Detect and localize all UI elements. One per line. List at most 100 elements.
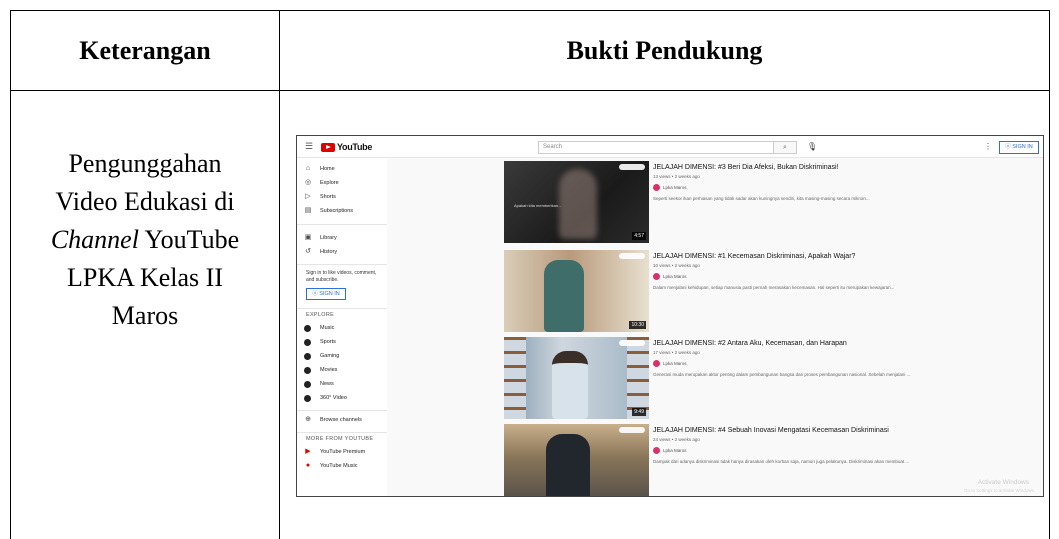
video-meta: 17 views • 2 weeks ago [653, 350, 700, 355]
thumbnail-bookshelf [627, 337, 649, 419]
channel-info[interactable]: Lpka Maros [653, 447, 913, 454]
video-info: JELAJAH DIMENSI: #1 Kecemasan Diskrimina… [653, 252, 913, 290]
header-divider [11, 90, 1049, 91]
sidebar-item-label: Shorts [320, 194, 336, 200]
sidebar-item-youtube-premium[interactable]: ▶ YouTube Premium [304, 447, 365, 457]
desc-line: LPKA Kelas II [67, 263, 223, 292]
sidebar: ⌂ Home ◎ Explore ▷ Shorts ▤ Subscriptions ▣ L… [297, 158, 387, 496]
sidebar-item-label: YouTube Music [320, 463, 358, 469]
sidebar-item-label: Music [320, 325, 335, 331]
video-duration: 10:30 [629, 321, 646, 329]
sidebar-item-home[interactable]: ⌂ Home [304, 164, 335, 174]
video-description: Generasi muda merupakan aktor penting da… [653, 372, 911, 377]
video-title[interactable]: JELAJAH DIMENSI: #3 Beri Dia Afeksi, Buk… [653, 163, 913, 172]
youtube-play-icon [321, 142, 335, 152]
library-icon: ▣ [304, 234, 312, 241]
sidebar-item-label: Home [320, 166, 335, 172]
sidebar-divider [297, 432, 387, 433]
video-duration: 9:49 [632, 408, 646, 416]
desc-line: Pengunggahan [68, 149, 222, 178]
sidebar-item-news[interactable]: News [304, 379, 334, 389]
sidebar-item-music[interactable]: Music [304, 323, 334, 333]
channel-name: Lpka Maros [663, 274, 687, 279]
youtube-topbar: ☰ YouTube Search ⌕ 🎙 ⋮ ⓞ SIGN IN [297, 136, 1043, 158]
header-bukti-pendukung: Bukti Pendukung [566, 35, 763, 65]
video-title[interactable]: JELAJAH DIMENSI: #1 Kecemasan Diskrimina… [653, 252, 913, 261]
subscriptions-icon: ▤ [304, 207, 312, 214]
sidebar-item-explore[interactable]: ◎ Explore [304, 178, 339, 188]
sidebar-item-label: Gaming [320, 353, 340, 359]
sign-in-label: SIGN IN [319, 291, 340, 297]
description-cell: Pengunggahan Video Edukasi di Channel Yo… [11, 145, 279, 335]
sidebar-item-label: Library [320, 235, 337, 241]
video-title[interactable]: JELAJAH DIMENSI: #2 Antara Aku, Kecemasa… [653, 339, 913, 348]
sidebar-item-label: Movies [320, 367, 338, 373]
sign-in-button[interactable]: ⓞ SIGN IN [999, 141, 1039, 154]
youtube-music-icon: ● [305, 462, 311, 469]
microphone-icon[interactable]: 🎙 [807, 142, 817, 151]
thumbnail-figure [559, 169, 597, 239]
sidebar-sign-in-button[interactable]: ⓞ SIGN IN [306, 288, 346, 300]
sidebar-item-browse-channels[interactable]: ⊕ Browse channels [304, 415, 362, 425]
channel-info[interactable]: Lpka Maros [653, 360, 913, 367]
movies-icon [304, 366, 311, 374]
video-description: Dalam menjalani kehidupan, setiap manusi… [653, 285, 895, 290]
sidebar-item-label: Browse channels [320, 417, 362, 423]
thumbnail-caption: Apakah kita memberikan... [514, 203, 562, 208]
thumbnail-figure [544, 260, 584, 332]
sidebar-item-360-video[interactable]: 360° Video [304, 393, 347, 403]
menu-icon[interactable]: ☰ [305, 142, 314, 151]
home-icon: ⌂ [305, 165, 311, 172]
windows-watermark-subtitle: Go to Settings to activate Windows. [963, 488, 1035, 493]
channel-name: Lpka Maros [663, 361, 687, 366]
desc-italic-word: Channel [50, 225, 139, 254]
channel-name: Lpka Maros [663, 185, 687, 190]
sidebar-item-history[interactable]: ↺ History [304, 247, 337, 257]
video-thumbnail[interactable]: 9:49 [504, 337, 649, 419]
sidebar-item-gaming[interactable]: Gaming [304, 351, 339, 361]
more-options-icon[interactable]: ⋮ [984, 142, 992, 151]
video-description: Dampak dari adanya diskriminasi tidak ha… [653, 459, 910, 464]
video-list: Apakah kita memberikan... 4:57 JELAJAH D… [387, 158, 1043, 496]
search-input[interactable]: Search [538, 141, 774, 154]
desc-line-rest: YouTube [138, 225, 240, 254]
sidebar-divider [297, 410, 387, 411]
search-icon[interactable]: ⌕ [773, 141, 797, 154]
sidebar-divider [297, 308, 387, 309]
channel-info[interactable]: Lpka Maros [653, 273, 913, 280]
video-info: JELAJAH DIMENSI: #2 Antara Aku, Kecemasa… [653, 339, 913, 377]
video-meta: 10 views • 2 weeks ago [653, 263, 700, 268]
youtube-screenshot: ☰ YouTube Search ⌕ 🎙 ⋮ ⓞ SIGN IN ⌂ Home ◎… [296, 135, 1044, 497]
video-thumbnail[interactable]: Apakah kita memberikan... 4:57 [504, 161, 649, 243]
sidebar-item-sports[interactable]: Sports [304, 337, 336, 347]
sidebar-item-library[interactable]: ▣ Library [304, 233, 337, 243]
sidebar-item-subscriptions[interactable]: ▤ Subscriptions [304, 206, 353, 216]
thumbnail-bookshelf [504, 337, 526, 419]
sports-icon [304, 338, 311, 346]
video-title[interactable]: JELAJAH DIMENSI: #4 Sebuah Inovasi Menga… [653, 426, 913, 435]
gaming-icon [304, 352, 311, 360]
thumbnail-figure [546, 434, 590, 496]
sidebar-item-label: 360° Video [320, 395, 347, 401]
news-icon [304, 380, 311, 388]
video-thumbnail[interactable]: 10:30 [504, 250, 649, 332]
channel-badge [619, 340, 645, 346]
sidebar-item-label: Sports [320, 339, 336, 345]
plus-circle-icon: ⊕ [305, 416, 311, 423]
desc-line: Maros [111, 301, 179, 330]
channel-badge [619, 427, 645, 433]
channel-info[interactable]: Lpka Maros [653, 184, 913, 191]
desc-line: Video Edukasi di [55, 187, 235, 216]
video-thumbnail[interactable] [504, 424, 649, 496]
youtube-logo[interactable]: YouTube [321, 142, 372, 152]
music-icon [304, 324, 311, 332]
sidebar-item-youtube-music[interactable]: ● YouTube Music [304, 461, 358, 471]
sidebar-item-movies[interactable]: Movies [304, 365, 337, 375]
more-from-youtube-header: MORE FROM YOUTUBE [306, 436, 374, 442]
youtube-logo-text: YouTube [337, 142, 373, 152]
video-description: Seperti seekor ikan perhiasan yang tidak… [653, 196, 870, 201]
sidebar-divider [297, 264, 387, 265]
sidebar-item-shorts[interactable]: ▷ Shorts [304, 192, 336, 202]
sidebar-divider [297, 224, 387, 225]
explore-header: EXPLORE [306, 312, 335, 318]
